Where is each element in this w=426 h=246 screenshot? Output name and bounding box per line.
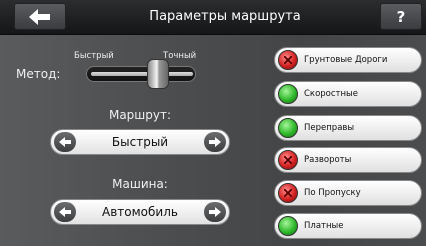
- vehicle-value: Автомобиль: [102, 205, 178, 219]
- status-led-icon: [278, 183, 298, 203]
- title-bar: Параметры маршрута ?: [0, 0, 426, 35]
- status-led-icon: [278, 118, 298, 138]
- arrow-left-icon: [59, 207, 71, 217]
- route-selector: Быстрый: [50, 129, 230, 155]
- toggle-label: Скоростные: [304, 89, 358, 99]
- back-arrow-icon: [29, 8, 50, 25]
- vehicle-prev-button[interactable]: [54, 202, 76, 222]
- route-value: Быстрый: [111, 135, 169, 149]
- toggle-label: Платные: [304, 221, 344, 231]
- toggle-label: Грунтовые Дороги: [304, 55, 388, 65]
- page-title: Параметры маршрута: [149, 9, 301, 24]
- back-button[interactable]: [14, 3, 66, 30]
- method-slider-thumb[interactable]: [146, 59, 169, 89]
- slider-precise-label: Точный: [163, 51, 197, 61]
- route-label: Маршрут:: [108, 108, 172, 122]
- arrow-right-icon: [209, 207, 221, 217]
- route-prev-button[interactable]: [54, 132, 76, 152]
- vehicle-selector: Автомобиль: [50, 199, 230, 225]
- toggle-unpaved-roads[interactable]: Грунтовые Дороги: [274, 47, 422, 73]
- slider-fill: [91, 72, 193, 76]
- toggle-label: Переправы: [304, 123, 355, 133]
- route-next-button[interactable]: [204, 132, 226, 152]
- vehicle-next-button[interactable]: [204, 202, 226, 222]
- arrow-right-icon: [209, 137, 221, 147]
- toggle-toll-roads[interactable]: Платные: [274, 213, 422, 239]
- toggle-u-turns[interactable]: Развороты: [274, 147, 422, 173]
- method-slider-track[interactable]: [86, 66, 196, 82]
- status-led-icon: [278, 150, 298, 170]
- status-led-icon: [278, 50, 298, 70]
- toggle-label: Развороты: [304, 155, 352, 165]
- vehicle-label: Машина:: [112, 177, 168, 191]
- toggle-label: По Пропуску: [304, 188, 361, 198]
- status-led-icon: [278, 84, 298, 104]
- help-button[interactable]: ?: [380, 3, 422, 30]
- slider-fast-label: Быстрый: [74, 51, 114, 61]
- toggle-highways[interactable]: Скоростные: [274, 81, 422, 107]
- method-label: Метод:: [16, 67, 61, 81]
- status-led-icon: [278, 216, 298, 236]
- toggle-permit-roads[interactable]: По Пропуску: [274, 180, 422, 206]
- arrow-left-icon: [59, 137, 71, 147]
- toggle-ferries[interactable]: Переправы: [274, 115, 422, 141]
